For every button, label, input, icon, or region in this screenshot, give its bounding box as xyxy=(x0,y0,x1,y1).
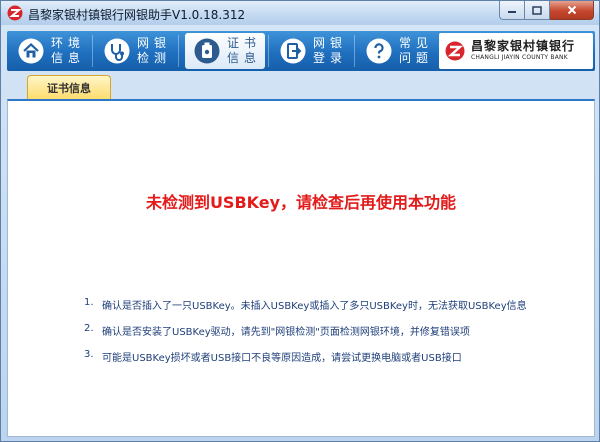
nav-label-login: 网银登录 xyxy=(313,36,348,65)
tip-number: 3. xyxy=(84,349,94,360)
usb-key-icon xyxy=(194,38,220,64)
list-item: 1. 确认是否插入了一只USBKey。未插入USBKey或插入了多只USBKey… xyxy=(84,297,527,323)
nav-separator xyxy=(92,35,93,67)
tip-number: 2. xyxy=(84,323,94,334)
content-panel: 未检测到USBKey，请检查后再使用本功能 1. 确认是否插入了一只USBKey… xyxy=(7,99,595,437)
nav-separator xyxy=(178,35,179,67)
window-controls xyxy=(499,1,594,21)
nav-label-cert: 证书信息 xyxy=(227,36,262,65)
nav-item-check[interactable]: 网银检测 xyxy=(95,33,175,69)
bank-name-en: CHANGLI JIAYIN COUNTY BANK xyxy=(471,54,568,61)
nav-item-cert[interactable]: 证书信息 xyxy=(185,33,265,69)
minimize-icon xyxy=(508,11,516,13)
bank-logo-icon xyxy=(7,5,23,21)
tip-text: 可能是USBKey损坏或者USB接口不良等原因造成，请尝试更换电脑或者USB接口 xyxy=(102,353,462,364)
error-headline: 未检测到USBKey，请检查后再使用本功能 xyxy=(145,193,457,212)
list-item: 2. 确认是否安装了USBKey驱动，请先到"网银检测"页面检测网银环境，并修复… xyxy=(84,323,527,349)
bank-logo-icon xyxy=(445,41,465,61)
maximize-icon xyxy=(532,5,542,15)
tip-text: 确认是否插入了一只USBKey。未插入USBKey或插入了多只USBKey时，无… xyxy=(102,301,527,312)
stethoscope-icon xyxy=(104,38,130,64)
minimize-button[interactable] xyxy=(499,1,525,20)
tab-cert-info[interactable]: 证书信息 xyxy=(27,75,111,99)
tips-list: 1. 确认是否插入了一只USBKey。未插入USBKey或插入了多只USBKey… xyxy=(84,297,527,375)
tip-text: 确认是否安装了USBKey驱动，请先到"网银检测"页面检测网银环境，并修复错误项 xyxy=(102,327,470,338)
nav-label-check: 网银检测 xyxy=(137,36,172,65)
tab-strip: 证书信息 xyxy=(7,75,595,99)
maximize-button[interactable] xyxy=(525,1,550,20)
app-window: 昌黎家银村镇银行网银助手V1.0.18.312 环境信息 网银检测 证书信息 网… xyxy=(0,0,600,442)
house-icon xyxy=(18,38,44,64)
nav-item-login[interactable]: 网银登录 xyxy=(271,33,351,69)
close-button[interactable] xyxy=(550,1,594,20)
tip-number: 1. xyxy=(84,297,94,308)
nav-label-faq: 常见问题 xyxy=(399,36,434,65)
nav-separator xyxy=(354,35,355,67)
close-icon xyxy=(567,5,576,15)
nav-item-env[interactable]: 环境信息 xyxy=(9,33,89,69)
question-icon xyxy=(366,38,392,64)
login-icon xyxy=(280,38,306,64)
nav-label-env: 环境信息 xyxy=(51,36,86,65)
nav-item-faq[interactable]: 常见问题 xyxy=(357,33,437,69)
main-nav: 环境信息 网银检测 证书信息 网银登录 常见问题 昌黎家银村镇银行 CHANGL… xyxy=(7,31,595,71)
title-bar[interactable]: 昌黎家银村镇银行网银助手V1.0.18.312 xyxy=(1,1,599,25)
list-item: 3. 可能是USBKey损坏或者USB接口不良等原因造成，请尝试更换电脑或者US… xyxy=(84,349,527,375)
nav-separator xyxy=(268,35,269,67)
window-title: 昌黎家银村镇银行网银助手V1.0.18.312 xyxy=(28,8,246,22)
bank-brand: 昌黎家银村镇银行 CHANGLI JIAYIN COUNTY BANK xyxy=(439,33,593,69)
bank-name-cn: 昌黎家银村镇银行 xyxy=(471,39,576,53)
